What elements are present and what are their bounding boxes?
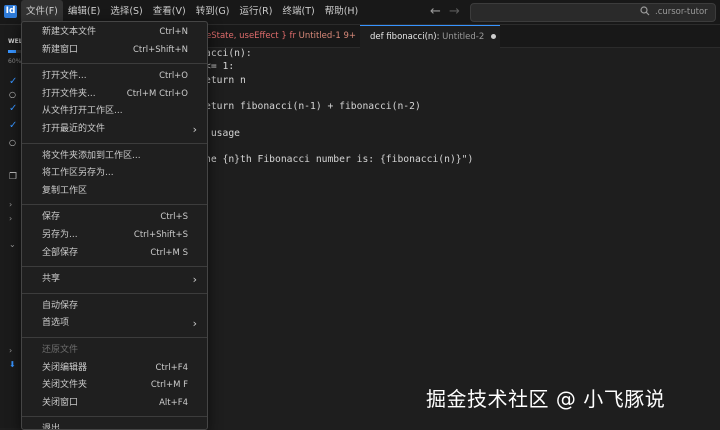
menu-item-shortcut: Ctrl+F4 (155, 362, 188, 373)
menu-item-label: 复制工作区 (42, 185, 88, 196)
unsaved-dot-icon[interactable] (491, 34, 497, 39)
file-menu-item[interactable]: 共享 › (22, 271, 207, 288)
menu-item[interactable]: 终端(T) (277, 0, 319, 24)
check-icon: ✓ (9, 120, 18, 131)
menu-separator (22, 63, 207, 65)
tab-title: def fibonacci(n): (370, 32, 440, 42)
menu-item-shortcut: Alt+F4 (159, 397, 188, 408)
progress-fill (8, 50, 16, 53)
menu-item-label: 打开最近的文件 (42, 124, 106, 134)
menu-item-label: 还原文件 (42, 345, 79, 355)
app-logo-icon: Id (4, 5, 17, 18)
file-menu-item[interactable]: 将文件夹添加到工作区... (22, 148, 207, 165)
arrow-left-icon[interactable]: ← (430, 4, 441, 19)
code-line: acci(n): (205, 48, 252, 59)
file-menu-item[interactable]: 打开文件夹... Ctrl+M Ctrl+O (22, 86, 207, 103)
file-menu-item[interactable]: 关闭编辑器 Ctrl+F4 (22, 360, 207, 377)
file-menu-item[interactable]: 关闭文件夹 Ctrl+M F (22, 377, 207, 394)
menu-item[interactable]: 运行(R) (234, 0, 277, 24)
file-menu-dropdown: 新建文本文件 Ctrl+N 新建窗口 Ctrl+Shift+N 打开文件... Ctrl+… (21, 21, 208, 430)
copy-icon[interactable]: ❐ (9, 172, 17, 182)
menu-separator (22, 142, 207, 144)
file-menu-item[interactable]: 从文件打开工作区... (22, 103, 207, 120)
menu-item-label: 从文件打开工作区... (42, 106, 123, 117)
code-line: he {n}th Fibonacci number is: {fibonacci… (205, 154, 474, 166)
file-menu-item: 还原文件 (22, 342, 207, 359)
menu-item-shortcut: Ctrl+M Ctrl+O (126, 88, 188, 99)
menu-item-label: 另存为... (42, 230, 78, 240)
menu-item-label: 关闭编辑器 (42, 362, 88, 373)
chevron-right-icon: › (192, 273, 197, 287)
chevron-right-icon[interactable]: › (9, 200, 12, 209)
file-menu-item[interactable]: 自动保存 (22, 298, 207, 315)
menu-item-shortcut: Ctrl+O (159, 71, 188, 82)
code-line: eturn fibonacci(n-1) + fibonacci(n-2) (205, 101, 421, 113)
file-menu-item[interactable]: 关闭窗口 Alt+F4 (22, 395, 207, 412)
search-text: .cursor-tutor (655, 7, 708, 17)
check-icon: ✓ (9, 103, 18, 114)
file-menu-item[interactable]: 全部保存 Ctrl+M S (22, 245, 207, 262)
file-menu-item[interactable]: 另存为... Ctrl+Shift+S (22, 227, 207, 244)
tab-untitled-1[interactable]: eState, useEffect } fr Untitled-1 9+ (206, 25, 368, 47)
menu-item-label: 全部保存 (42, 247, 79, 258)
progress-percent: 60% (8, 58, 22, 65)
menu-item-label: 新建窗口 (42, 44, 79, 55)
menu-item-label: 共享 (42, 274, 61, 285)
file-menu-item[interactable]: 新建窗口 Ctrl+Shift+N (22, 42, 207, 59)
file-menu-item[interactable]: 打开文件... Ctrl+O (22, 68, 207, 85)
chevron-right-icon: › (192, 317, 197, 331)
menu-item[interactable]: 帮助(H) (320, 0, 364, 24)
menu-item-label: 打开文件夹... (42, 88, 96, 99)
menu-separator (22, 292, 207, 294)
file-menu-item[interactable]: 新建文本文件 Ctrl+N (22, 24, 207, 41)
menu-item-label: 新建文本文件 (42, 27, 97, 37)
menu-item-label: 打开文件... (42, 71, 87, 82)
menu-separator (22, 416, 207, 418)
chevron-right-icon: › (192, 123, 197, 136)
menu-item-shortcut: Ctrl+Shift+N (132, 44, 188, 55)
file-menu-item[interactable]: 打开最近的文件 › (22, 121, 207, 138)
menu-item-shortcut: Ctrl+S (160, 212, 188, 223)
menu-item-label: 退出 (42, 424, 61, 430)
file-menu-item[interactable]: 退出 (22, 421, 207, 430)
arrow-right-icon[interactable]: → (449, 4, 460, 19)
code-line: <= 1: (205, 61, 235, 73)
menu-separator (22, 266, 207, 268)
code-line: eturn n (205, 74, 246, 86)
file-menu-item[interactable]: 将工作区另存为... (22, 165, 207, 182)
tab-title: eState, useEffect } fr (206, 31, 296, 41)
menu-separator (22, 204, 207, 206)
chevron-right-icon[interactable]: › (9, 346, 12, 355)
chevron-right-icon[interactable]: › (9, 214, 12, 223)
progress-bar (8, 50, 21, 53)
menu-item-label: 关闭文件夹 (42, 380, 88, 391)
watermark: 掘金技术社区 @ 小飞豚说 (426, 387, 666, 411)
search-icon (640, 6, 650, 16)
menu-item-label: 保存 (42, 212, 61, 223)
file-menu-item[interactable]: 首选项 › (22, 315, 207, 332)
menu-item-label: 自动保存 (42, 300, 79, 311)
menu-item-shortcut: Ctrl+M F (150, 380, 188, 391)
file-menu-item[interactable]: 保存 Ctrl+S (22, 209, 207, 226)
menu-item-shortcut: Ctrl+N (159, 27, 188, 37)
circle-icon: ○ (9, 90, 16, 99)
download-icon[interactable]: ⬇ (9, 360, 16, 370)
check-icon: ✓ (9, 76, 18, 87)
tab-subtitle: Untitled-1 9+ (298, 31, 356, 41)
file-menu-item[interactable]: 复制工作区 (22, 183, 207, 200)
chevron-down-icon[interactable]: ⌄ (9, 240, 16, 249)
tab-subtitle: Untitled-2 (442, 32, 485, 42)
tab-untitled-2[interactable]: def fibonacci(n): Untitled-2 (360, 25, 500, 48)
menu-item-label: 关闭窗口 (42, 397, 79, 408)
circle-icon: ○ (9, 138, 16, 147)
code-line: usage (205, 127, 240, 139)
menu-item-label: 将工作区另存为... (42, 168, 114, 179)
menu-item-shortcut: Ctrl+M S (150, 247, 188, 258)
menu-item-shortcut: Ctrl+Shift+S (133, 230, 188, 240)
menu-item-label: 首选项 (42, 318, 70, 329)
menu-separator (22, 337, 207, 338)
menu-item-label: 将文件夹添加到工作区... (42, 150, 141, 161)
